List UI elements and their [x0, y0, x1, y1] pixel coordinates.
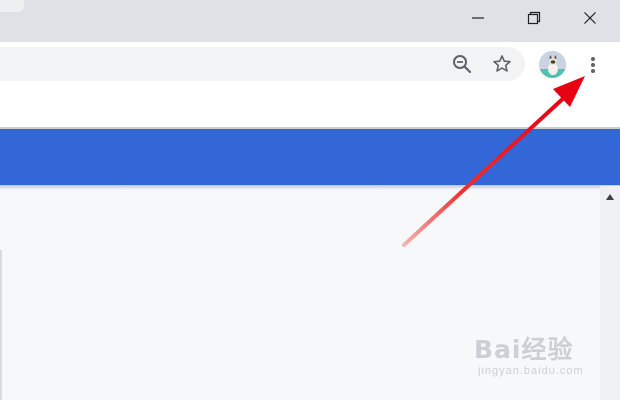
address-bar[interactable] — [0, 47, 525, 81]
zoom-button[interactable] — [451, 53, 473, 75]
close-icon — [584, 12, 596, 24]
profile-picture — [539, 51, 566, 78]
tab-edge[interactable] — [0, 0, 24, 12]
triangle-up-icon — [606, 194, 614, 200]
watermark-logo: Bai经验 — [474, 335, 574, 364]
page-top-area — [0, 86, 620, 127]
blue-banner — [0, 129, 620, 185]
avatar[interactable] — [539, 51, 566, 78]
zoom-out-icon — [453, 55, 472, 74]
restore-icon — [527, 11, 541, 25]
close-button[interactable] — [562, 0, 618, 36]
minimize-button[interactable] — [450, 0, 506, 36]
star-icon — [493, 55, 511, 72]
browser-toolbar — [0, 42, 620, 86]
watermark-url: jingyan.baidu.com — [478, 365, 584, 377]
content-left-edge — [0, 250, 2, 400]
watermark: Bai经验 jingyan.baidu.com — [474, 336, 614, 386]
chrome-menu-button[interactable] — [582, 51, 604, 78]
minimize-icon — [472, 17, 484, 19]
title-bar — [0, 0, 620, 42]
bookmark-star-button[interactable] — [491, 53, 513, 75]
scroll-up-button[interactable] — [603, 192, 617, 202]
kebab-menu-icon — [591, 56, 595, 73]
restore-button[interactable] — [506, 0, 562, 36]
